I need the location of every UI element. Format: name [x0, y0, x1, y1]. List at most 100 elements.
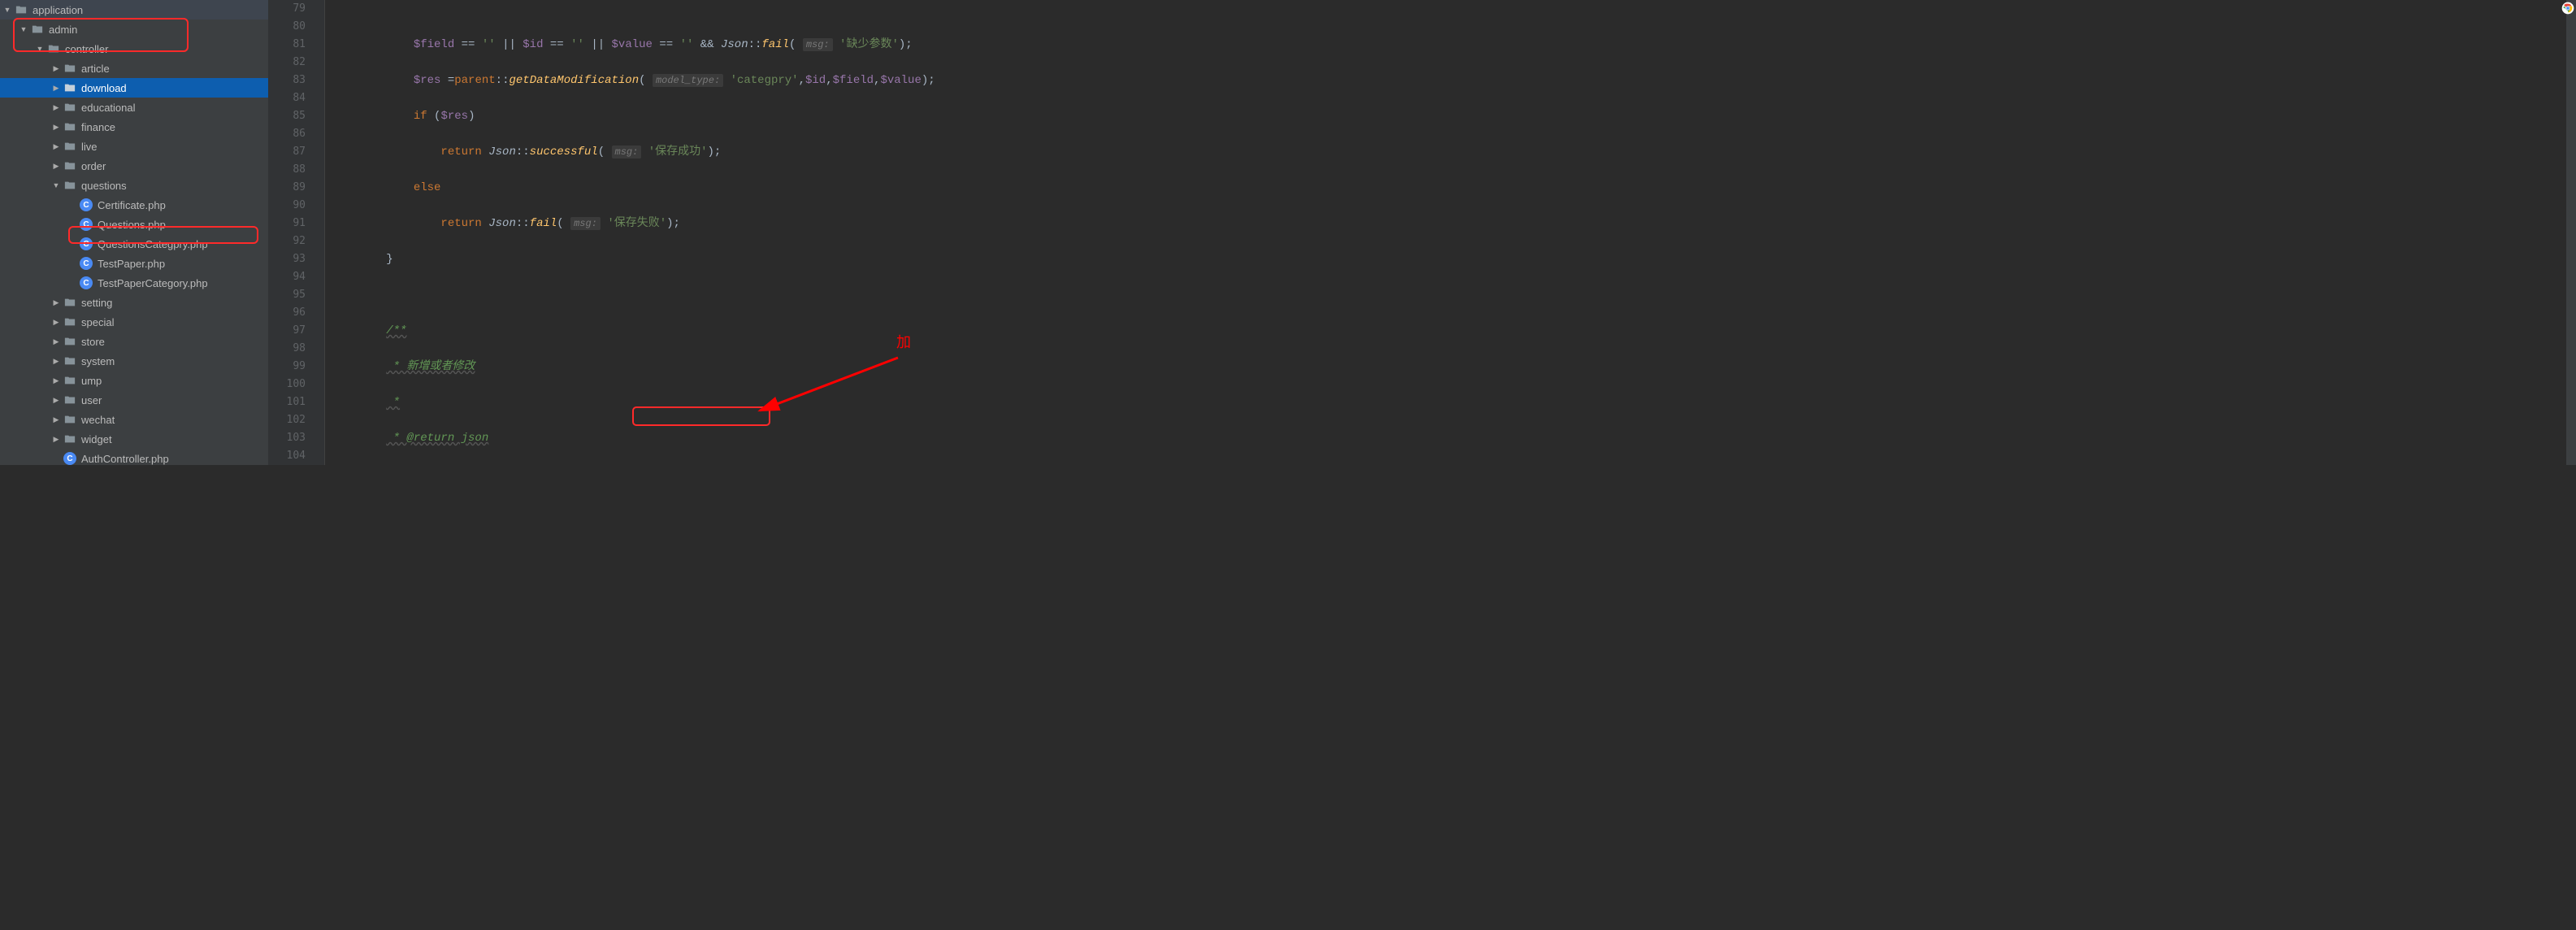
tree-file-certificate[interactable]: C Certificate.php: [0, 195, 268, 215]
folder-icon: [63, 432, 76, 445]
folder-icon: [63, 315, 76, 328]
chevron-right-icon: ▶: [52, 357, 60, 366]
chevron-right-icon: ▶: [52, 318, 60, 327]
tree-folder-ump[interactable]: ▶ ump: [0, 371, 268, 390]
line-number: 96: [268, 304, 306, 322]
folder-icon: [63, 62, 76, 75]
tree-folder-setting[interactable]: ▶ setting: [0, 293, 268, 312]
tree-file-questions-categpry[interactable]: C QuestionsCategpry.php: [0, 234, 268, 254]
php-class-icon: C: [80, 198, 93, 211]
folder-icon: [63, 159, 76, 172]
folder-icon: [63, 140, 76, 153]
tree-folder-admin[interactable]: ▼ admin: [0, 20, 268, 39]
folder-icon: [63, 393, 76, 406]
tree-label: Certificate.php: [98, 199, 166, 211]
folder-icon: [31, 23, 44, 36]
line-number: 103: [268, 429, 306, 447]
chevron-right-icon: ▶: [52, 376, 60, 385]
tree-label: Questions.php: [98, 219, 166, 231]
line-number: 83: [268, 72, 306, 89]
line-number: 100: [268, 376, 306, 393]
chevron-right-icon: ▶: [52, 103, 60, 112]
tree-folder-download[interactable]: ▶ download: [0, 78, 268, 98]
tree-label: widget: [81, 433, 112, 445]
line-number-gutter: 7980818283848586878889909192939495969798…: [268, 0, 314, 465]
tree-label: controller: [65, 43, 108, 55]
tree-folder-store[interactable]: ▶ store: [0, 332, 268, 351]
tree-folder-article[interactable]: ▶ article: [0, 59, 268, 78]
chevron-right-icon: ▶: [52, 64, 60, 73]
line-number: 98: [268, 340, 306, 358]
folder-icon: [63, 413, 76, 426]
tree-label: educational: [81, 102, 136, 114]
chevron-right-icon: ▶: [52, 298, 60, 307]
line-number: 84: [268, 89, 306, 107]
folder-icon: [15, 3, 28, 16]
php-class-icon: C: [63, 452, 76, 465]
code-editor[interactable]: 7980818283848586878889909192939495969798…: [268, 0, 2576, 465]
chevron-right-icon: ▶: [52, 142, 60, 151]
tree-folder-finance[interactable]: ▶ finance: [0, 117, 268, 137]
folder-icon: [63, 120, 76, 133]
tree-folder-live[interactable]: ▶ live: [0, 137, 268, 156]
line-number: 99: [268, 358, 306, 376]
line-number: 102: [268, 411, 306, 429]
tree-file-questions[interactable]: C Questions.php: [0, 215, 268, 234]
tree-label: wechat: [81, 414, 115, 426]
chevron-right-icon: ▶: [52, 337, 60, 346]
chevron-right-icon: ▶: [52, 415, 60, 424]
tree-folder-user[interactable]: ▶ user: [0, 390, 268, 410]
chevron-right-icon: ▶: [52, 162, 60, 171]
chevron-right-icon: ▶: [52, 123, 60, 132]
tree-label: order: [81, 160, 106, 172]
chevron-right-icon: ▶: [52, 396, 60, 405]
php-class-icon: C: [80, 218, 93, 231]
tree-folder-system[interactable]: ▶ system: [0, 351, 268, 371]
line-number: 94: [268, 268, 306, 286]
tree-file-test-paper-category[interactable]: C TestPaperCategory.php: [0, 273, 268, 293]
error-stripe: [2566, 0, 2576, 465]
chevron-down-icon: ▼: [3, 6, 11, 14]
php-class-icon: C: [80, 276, 93, 289]
chevron-right-icon: ▶: [52, 84, 60, 93]
project-tree: ▼ application ▼ admin ▼ controller ▶ art…: [0, 0, 268, 465]
tree-folder-application[interactable]: ▼ application: [0, 0, 268, 20]
code-area[interactable]: $field == '' || $id == '' || $value == '…: [325, 0, 2566, 465]
tree-label: system: [81, 355, 115, 367]
tree-folder-questions[interactable]: ▼ questions: [0, 176, 268, 195]
line-number: 80: [268, 18, 306, 36]
tree-folder-wechat[interactable]: ▶ wechat: [0, 410, 268, 429]
tree-label: TestPaper.php: [98, 258, 165, 270]
folder-icon: [63, 81, 76, 94]
tree-folder-widget[interactable]: ▶ widget: [0, 429, 268, 449]
line-number: 104: [268, 447, 306, 465]
folder-icon: [63, 335, 76, 348]
line-number: 90: [268, 197, 306, 215]
tree-label: admin: [49, 24, 77, 36]
line-number: 93: [268, 250, 306, 268]
tree-folder-educational[interactable]: ▶ educational: [0, 98, 268, 117]
tree-folder-order[interactable]: ▶ order: [0, 156, 268, 176]
fold-column: [314, 0, 325, 465]
tree-label: live: [81, 141, 98, 153]
tree-folder-special[interactable]: ▶ special: [0, 312, 268, 332]
chevron-down-icon: ▼: [20, 25, 28, 33]
line-number: 85: [268, 107, 306, 125]
folder-icon: [63, 101, 76, 114]
tree-file-auth-controller[interactable]: C AuthController.php: [0, 449, 268, 465]
tree-label: AuthController.php: [81, 453, 169, 465]
tree-label: application: [33, 4, 83, 16]
chevron-down-icon: ▼: [36, 45, 44, 53]
tree-label: finance: [81, 121, 115, 133]
tree-label: ump: [81, 375, 102, 387]
folder-icon: [63, 354, 76, 367]
line-number: 82: [268, 54, 306, 72]
line-number: 91: [268, 215, 306, 232]
tree-label: TestPaperCategory.php: [98, 277, 208, 289]
line-number: 87: [268, 143, 306, 161]
line-number: 86: [268, 125, 306, 143]
tree-label: special: [81, 316, 114, 328]
tree-folder-controller[interactable]: ▼ controller: [0, 39, 268, 59]
tree-file-test-paper[interactable]: C TestPaper.php: [0, 254, 268, 273]
folder-icon: [63, 374, 76, 387]
